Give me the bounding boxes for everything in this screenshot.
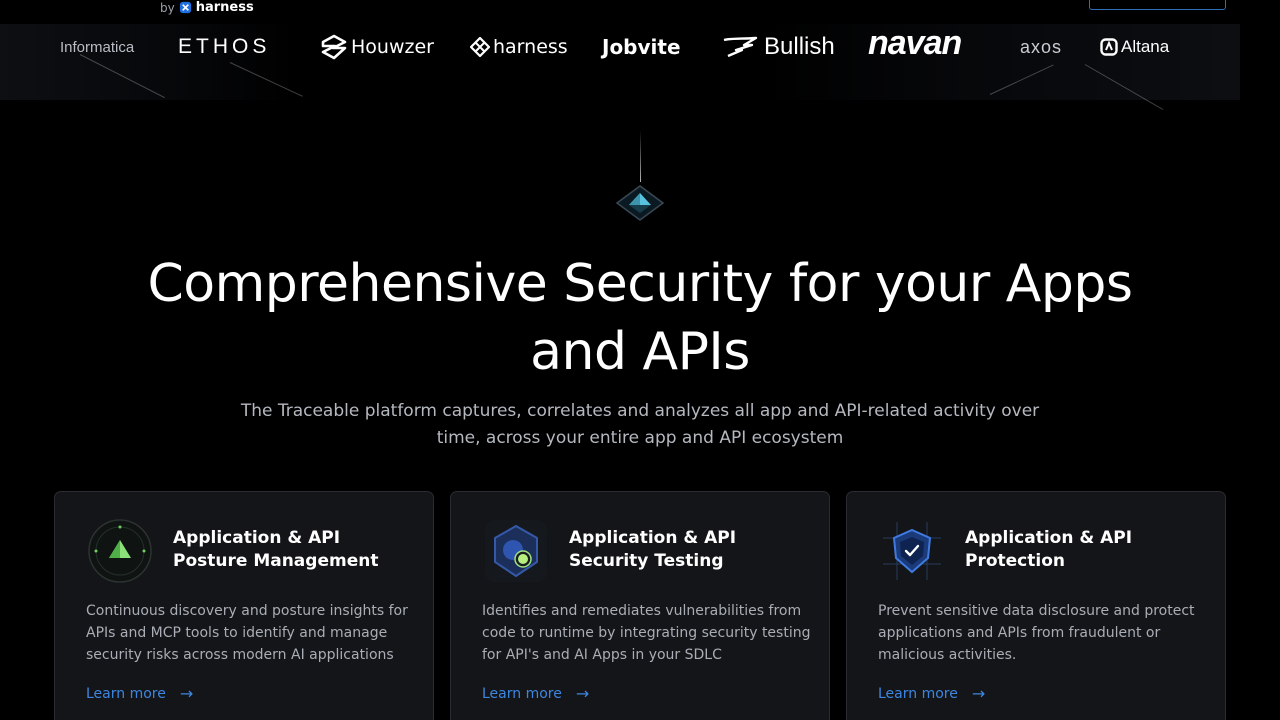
shield-check-icon bbox=[883, 522, 941, 580]
altana-mark-icon bbox=[1100, 38, 1118, 56]
logo-altana: Altana bbox=[1100, 32, 1169, 62]
logo-ethos: ETHOS bbox=[178, 35, 271, 58]
arrow-right-icon: → bbox=[179, 684, 194, 703]
harness-wordmark: harness bbox=[493, 36, 568, 58]
learn-more-label: Learn more bbox=[878, 685, 958, 702]
logo-navan: navan bbox=[868, 23, 962, 62]
logo-informatica: Informatica bbox=[60, 38, 135, 56]
harness-logo-icon bbox=[470, 37, 490, 57]
learn-more-label: Learn more bbox=[86, 685, 166, 702]
arrow-right-icon: → bbox=[971, 684, 986, 703]
feature-card-security-testing[interactable]: Application & API Security Testing Ident… bbox=[450, 491, 830, 720]
logo-harness: harness bbox=[470, 32, 568, 62]
arrow-right-icon: → bbox=[575, 684, 590, 703]
by-harness-label: by harness bbox=[160, 0, 254, 15]
learn-more-link[interactable]: Learn more → bbox=[878, 684, 985, 703]
card-description: Identifies and remediates vulnerabilitie… bbox=[482, 603, 811, 663]
card-title: Application & API Protection bbox=[965, 528, 1133, 571]
bullish-horns-icon bbox=[723, 36, 758, 58]
security-testing-icon bbox=[485, 520, 547, 582]
logo-bullish: Bullish bbox=[722, 32, 835, 62]
hero-subtitle: The Traceable platform captures, correla… bbox=[240, 401, 1040, 448]
houwzer-wordmark: Houwzer bbox=[351, 36, 434, 58]
bullish-wordmark: Bullish bbox=[764, 33, 835, 60]
logo-jobvite: Jobvite bbox=[602, 35, 681, 59]
by-text: by bbox=[160, 0, 175, 15]
card-description: Prevent sensitive data disclosure and pr… bbox=[878, 603, 1195, 663]
top-bar: by harness bbox=[0, 0, 1280, 22]
hero-pyramid-icon bbox=[615, 185, 665, 221]
posture-icon bbox=[88, 519, 152, 583]
customer-logo-strip: Informatica ETHOS Houwzer harness Jobvit… bbox=[0, 23, 1280, 110]
header-cta-button[interactable] bbox=[1089, 0, 1226, 10]
altana-wordmark: Altana bbox=[1121, 37, 1170, 56]
hero-title: Comprehensive Security for your Apps and… bbox=[147, 254, 1133, 382]
learn-more-label: Learn more bbox=[482, 685, 562, 702]
page: by harness Informatica ETHOS Houwzer har… bbox=[0, 0, 1280, 720]
harness-mark-icon bbox=[179, 1, 191, 14]
feature-card-posture[interactable]: Application & API Posture Management Con… bbox=[54, 491, 434, 720]
card-description: Continuous discovery and posture insight… bbox=[86, 603, 408, 663]
logo-houwzer: Houwzer bbox=[320, 32, 434, 62]
learn-more-link[interactable]: Learn more → bbox=[482, 684, 589, 703]
hero-beam-line bbox=[640, 130, 641, 182]
houwzer-mark-icon bbox=[321, 34, 347, 60]
card-title: Application & API Security Testing bbox=[569, 528, 737, 571]
harness-brand-text: harness bbox=[195, 0, 254, 15]
learn-more-link[interactable]: Learn more → bbox=[86, 684, 193, 703]
logo-axos: axos bbox=[1020, 36, 1063, 57]
feature-card-protection[interactable]: Application & API Protection Prevent sen… bbox=[846, 491, 1226, 720]
card-title: Application & API Posture Management bbox=[173, 528, 379, 571]
